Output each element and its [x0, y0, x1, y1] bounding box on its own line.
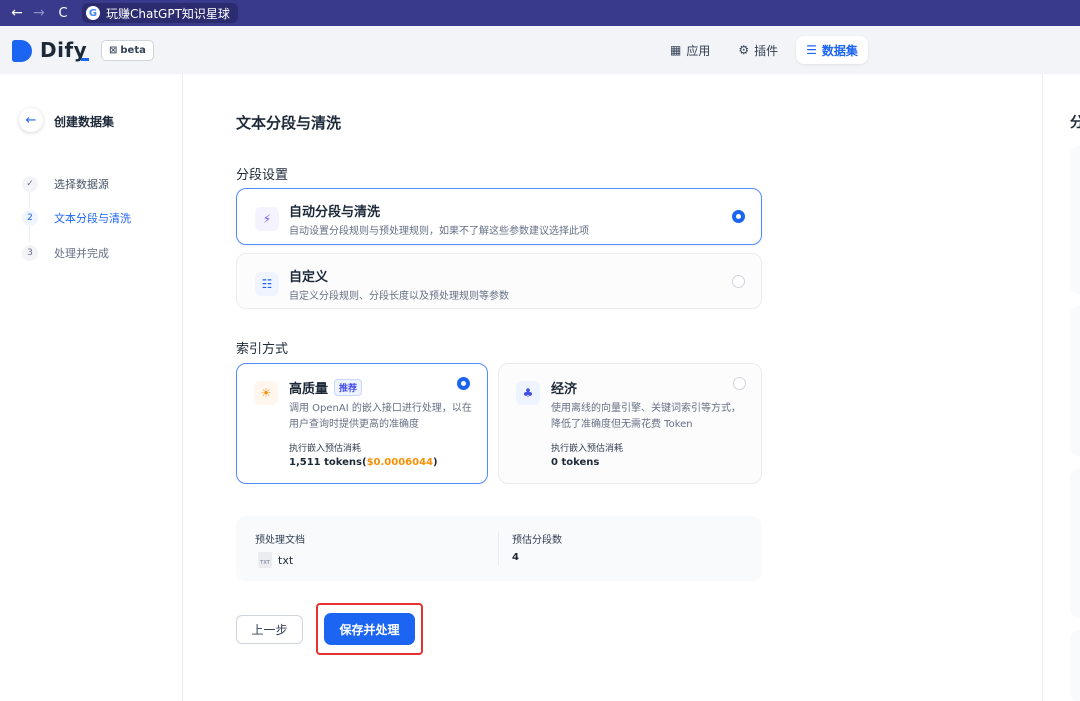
- tab-title: 玩赚ChatGPT知识星球: [106, 6, 230, 21]
- beta-icon: ⊠: [109, 45, 118, 56]
- nav-plugins-label: 插件: [754, 43, 779, 58]
- index-desc: 调用 OpenAI 的嵌入接口进行处理，以在用户查询时提供更高的准确度: [289, 403, 472, 430]
- preview-card: [1070, 469, 1080, 617]
- divider: [498, 532, 499, 566]
- index-economy[interactable]: ♣ 经济 使用离线的向量引擎、关键词索引等方式，降低了准确度但无需花费 Toke…: [498, 363, 762, 484]
- index-section-label: 索引方式: [236, 342, 289, 357]
- piggy-bank-icon: ♣: [516, 381, 540, 405]
- preview-card: [1070, 306, 1080, 456]
- preview-panel-title: 分段预览: [1070, 115, 1080, 131]
- main-content: 文本分段与清洗 分段设置 ⚡ 自动分段与清洗 自动设置分段规则与预处理规则，如果…: [184, 74, 1040, 701]
- reload-icon[interactable]: C: [52, 6, 74, 21]
- top-nav: ▦ 应用 ⚙ 插件 ☰ 数据集: [660, 36, 876, 64]
- nav-datasets-label: 数据集: [821, 43, 858, 58]
- nav-plugins[interactable]: ⚙ 插件: [728, 36, 788, 64]
- segments-value: 4: [512, 552, 519, 563]
- sidebar-title: 创建数据集: [54, 115, 115, 129]
- forward-arrow-icon[interactable]: →: [28, 5, 50, 21]
- sun-icon: ☀: [254, 381, 278, 405]
- option-title: 自动分段与清洗: [289, 205, 381, 220]
- step-connector: [29, 226, 30, 242]
- lightning-icon: ⚡: [255, 207, 279, 231]
- nav-datasets[interactable]: ☰ 数据集: [796, 36, 868, 64]
- step-segment-clean[interactable]: 2 文本分段与清洗: [22, 210, 131, 226]
- grid-icon: ▦: [670, 43, 682, 57]
- cost-price: $0.0006044: [366, 457, 433, 468]
- cost-label: 执行嵌入预估消耗: [289, 444, 362, 454]
- txt-file-icon: TXT: [258, 552, 272, 568]
- nav-apps-label: 应用: [686, 43, 711, 58]
- dify-logo-icon[interactable]: [12, 40, 32, 62]
- doc-value: TXT txt: [258, 552, 293, 568]
- puzzle-icon: ⚙: [738, 43, 750, 57]
- database-icon: ☰: [806, 43, 817, 57]
- beta-badge: ⊠ beta: [101, 40, 154, 61]
- check-icon: ✓: [22, 176, 38, 192]
- browser-tab[interactable]: G 玩赚ChatGPT知识星球: [82, 3, 238, 23]
- logo-underscore: [81, 58, 89, 61]
- index-title: 高质量 推荐: [289, 378, 363, 397]
- step-select-source[interactable]: ✓ 选择数据源: [22, 176, 109, 192]
- browser-toolbar: ← → C G 玩赚ChatGPT知识星球: [0, 0, 1080, 26]
- step-process-finish: 3 处理并完成: [22, 245, 109, 261]
- step-label: 选择数据源: [54, 178, 109, 191]
- app-header: Dify ⊠ beta ▦ 应用 ⚙ 插件 ☰ 数据集: [0, 26, 1080, 74]
- step-number: 3: [22, 245, 38, 261]
- back-arrow-icon[interactable]: ←: [6, 5, 28, 21]
- doc-label: 预处理文档: [255, 535, 305, 546]
- radio-high-quality[interactable]: [457, 377, 470, 390]
- option-title: 自定义: [289, 270, 329, 285]
- option-custom[interactable]: ☷ 自定义 自定义分段规则、分段长度以及预处理规则等参数: [236, 253, 762, 309]
- save-and-process-button[interactable]: 保存并处理: [324, 613, 415, 645]
- cost-label: 执行嵌入预估消耗: [551, 444, 624, 454]
- page-title: 文本分段与清洗: [236, 114, 342, 132]
- cost-value: 1,511 tokens($0.0006044): [289, 457, 438, 468]
- step-label: 处理并完成: [54, 247, 109, 260]
- index-desc: 使用离线的向量引擎、关键词索引等方式，降低了准确度但无需花费 Token: [551, 403, 741, 430]
- step-label: 文本分段与清洗: [54, 212, 131, 225]
- radio-custom[interactable]: [732, 275, 745, 288]
- back-button[interactable]: ←: [19, 108, 43, 132]
- google-icon: G: [86, 6, 100, 20]
- index-high-quality[interactable]: ☀ 高质量 推荐 调用 OpenAI 的嵌入接口进行处理，以在用户查询时提供更高…: [236, 363, 488, 484]
- sliders-icon: ☷: [255, 272, 279, 296]
- index-title: 经济: [551, 382, 578, 397]
- radio-auto-segment[interactable]: [732, 210, 745, 223]
- step-number: 2: [22, 210, 38, 226]
- step-connector: [29, 191, 30, 207]
- cost-value: 0 tokens: [551, 457, 600, 468]
- option-desc: 自定义分段规则、分段长度以及预处理规则等参数: [289, 291, 509, 302]
- preview-card: [1070, 630, 1080, 701]
- option-auto-segment[interactable]: ⚡ 自动分段与清洗 自动设置分段规则与预处理规则，如果不了解这些参数建议选择此项: [236, 188, 762, 245]
- nav-apps[interactable]: ▦ 应用: [660, 36, 720, 64]
- recommended-badge: 推荐: [334, 379, 363, 396]
- segments-label: 预估分段数: [512, 535, 562, 546]
- beta-label: beta: [120, 45, 146, 56]
- sidebar: ← 创建数据集 ✓ 选择数据源 2 文本分段与清洗 3 处理并完成: [0, 74, 183, 701]
- arrow-left-icon: ←: [25, 112, 37, 128]
- option-desc: 自动设置分段规则与预处理规则，如果不了解这些参数建议选择此项: [289, 226, 589, 237]
- segment-preview-panel: 分段预览: [1042, 74, 1080, 701]
- segment-section-label: 分段设置: [236, 168, 289, 183]
- previous-step-button[interactable]: 上一步: [236, 615, 303, 644]
- radio-economy[interactable]: [733, 377, 746, 390]
- preview-card: [1070, 146, 1080, 294]
- preview-summary: 预处理文档 TXT txt 预估分段数 4: [236, 516, 762, 581]
